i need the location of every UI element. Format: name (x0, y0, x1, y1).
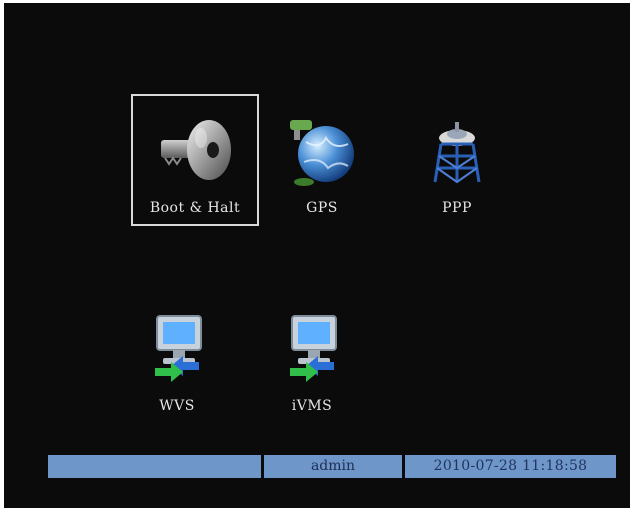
menu-item-label: PPP (442, 200, 472, 216)
network-computer-icon (290, 315, 337, 382)
key-icon (161, 120, 231, 180)
network-computer-icon (155, 315, 202, 382)
globe-icon (290, 120, 354, 186)
status-user: admin (264, 455, 402, 478)
menu-item-gps[interactable]: GPS (258, 94, 386, 226)
menu-item-wvs[interactable]: WVS (113, 292, 241, 424)
menu-item-label: WVS (159, 398, 195, 414)
menu-item-boot-halt[interactable]: Boot & Halt (131, 94, 259, 226)
status-segment-left (48, 455, 261, 478)
menu-item-label: GPS (306, 200, 338, 216)
menu-screen: Boot & Halt GPS PPP WVS iVMS admin 2010-… (4, 3, 630, 508)
status-datetime: 2010-07-28 11:18:58 (405, 455, 616, 478)
antenna-tower-icon (433, 122, 481, 184)
menu-item-ppp[interactable]: PPP (393, 94, 521, 226)
menu-item-label: iVMS (291, 398, 333, 414)
menu-item-label: Boot & Halt (149, 200, 241, 216)
dvr-screen-frame: Boot & Halt GPS PPP WVS iVMS admin 2010-… (0, 0, 634, 511)
menu-item-ivms[interactable]: iVMS (248, 292, 376, 424)
status-bar: admin 2010-07-28 11:18:58 (48, 455, 616, 478)
